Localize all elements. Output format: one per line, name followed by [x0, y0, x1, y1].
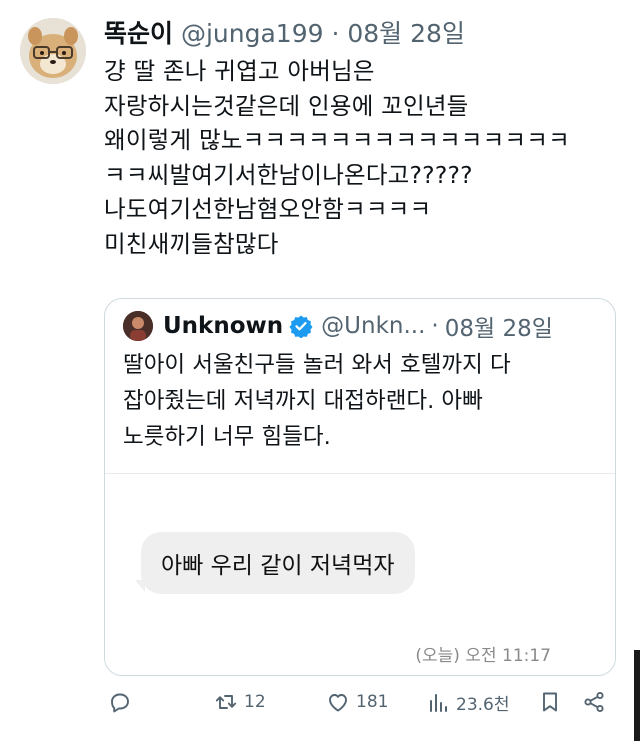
tweet-line: ㅋㅋ씨발여기서한남이나온다고?????	[104, 160, 473, 189]
reply-button[interactable]	[108, 690, 138, 714]
quoted-author-name[interactable]: Unknown	[163, 313, 283, 339]
person-avatar-icon	[123, 311, 153, 341]
author-name[interactable]: 똑순이	[104, 19, 173, 48]
quoted-line: 노릇하기 너무 힘들다.	[123, 424, 331, 450]
tweet-header: 똑순이 @junga199 · 08월 28일	[104, 14, 465, 50]
chat-bubble-tail	[135, 580, 145, 592]
quoted-media-screenshot[interactable]: 아빠 우리 같이 저녁먹자 (오늘) 오전 11:17	[105, 473, 615, 675]
bookmark-icon	[543, 692, 557, 712]
quoted-line: 잡아줬는데 저녁까지 대접하랜다. 아빠	[123, 388, 483, 414]
quoted-avatar[interactable]	[123, 311, 153, 341]
tweet-line: 왜이렇게 많노ㅋㅋㅋㅋㅋㅋㅋㅋㅋㅋㅋㅋㅋㅋㅋ	[104, 126, 570, 154]
quoted-line: 딸아이 서울친구들 놀러 와서 호텔까지 다	[123, 352, 511, 378]
tweet-text: 걍 딸 존나 귀엽고 아버님은 자랑하시는것같은데 인용에 꼬인년들 왜이렇게 …	[104, 54, 624, 261]
retweet-count: 12	[244, 692, 266, 712]
tweet: 똑순이 @junga199 · 08월 28일 걍 딸 존나 귀엽고 아버님은 …	[0, 0, 640, 741]
quoted-date[interactable]: 08월 28일	[445, 309, 553, 343]
edge-scrollbar	[634, 650, 640, 741]
like-count: 181	[356, 692, 389, 712]
tweet-line: 자랑하시는것같은데 인용에 꼬인년들	[104, 91, 469, 120]
tweet-line: 미친새끼들참많다	[104, 229, 279, 258]
dog-avatar-icon	[20, 18, 86, 84]
verified-badge-icon	[289, 315, 313, 338]
tweet-date[interactable]: 08월 28일	[347, 19, 465, 48]
message-timestamp: (오늘) 오전 11:17	[415, 646, 551, 666]
retweet-button[interactable]: 12	[214, 690, 266, 714]
quoted-tweet[interactable]: Unknown @Unkn... · 08월 28일 딸아이 서울친구들 놀러 …	[104, 298, 616, 676]
views-count: 23.6천	[456, 695, 510, 715]
tweet-line: 나도여기선한남혐오안함ㅋㅋㅋㅋ	[104, 195, 432, 223]
views-icon	[430, 693, 447, 712]
quoted-author-handle[interactable]: @Unkn...	[321, 313, 425, 339]
views-button[interactable]: 23.6천	[426, 690, 510, 715]
share-icon	[584, 691, 604, 713]
reply-icon	[111, 693, 129, 713]
quoted-header: Unknown @Unkn... · 08월 28일	[123, 309, 553, 343]
action-bar: 12 181 23.6천	[104, 690, 616, 720]
retweet-icon	[215, 695, 237, 709]
quoted-text: 딸아이 서울친구들 놀러 와서 호텔까지 다 잡아줬는데 저녁까지 대접하랜다.…	[123, 347, 603, 455]
author-avatar[interactable]	[20, 18, 86, 84]
chat-bubble: 아빠 우리 같이 저녁먹자	[141, 532, 415, 594]
share-button[interactable]	[582, 690, 612, 714]
like-button[interactable]: 181	[326, 690, 388, 714]
heart-icon	[329, 694, 347, 712]
separator-dot: ·	[431, 313, 439, 339]
tweet-line: 걍 딸 존나 귀엽고 아버님은	[104, 57, 375, 85]
bookmark-button[interactable]	[538, 690, 568, 714]
author-handle[interactable]: @junga199	[181, 19, 324, 48]
separator-dot: ·	[331, 19, 340, 48]
